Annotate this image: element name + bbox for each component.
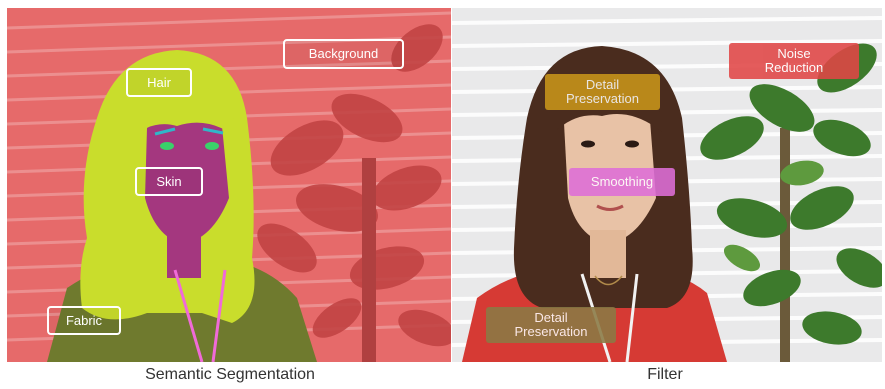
smoothing-label: Smoothing [569,168,675,196]
fabric-label: Fabric [47,306,121,335]
noise-reduction-label: Noise Reduction [729,43,859,79]
segmentation-caption: Semantic Segmentation [145,366,315,383]
segmentation-panel: Hair Skin Background Fabric [7,8,451,362]
filter-panel: Detail Preservation Noise Reduction Smooth… [452,8,882,362]
filter-caption: Filter [647,366,683,383]
skin-label: Skin [135,167,203,196]
detail-preservation-top-label: Detail Preservation [545,74,660,110]
detail-preservation-bottom-label: Detail Preservation [486,307,616,343]
hair-label: Hair [126,68,192,97]
background-label: Background [283,39,404,69]
